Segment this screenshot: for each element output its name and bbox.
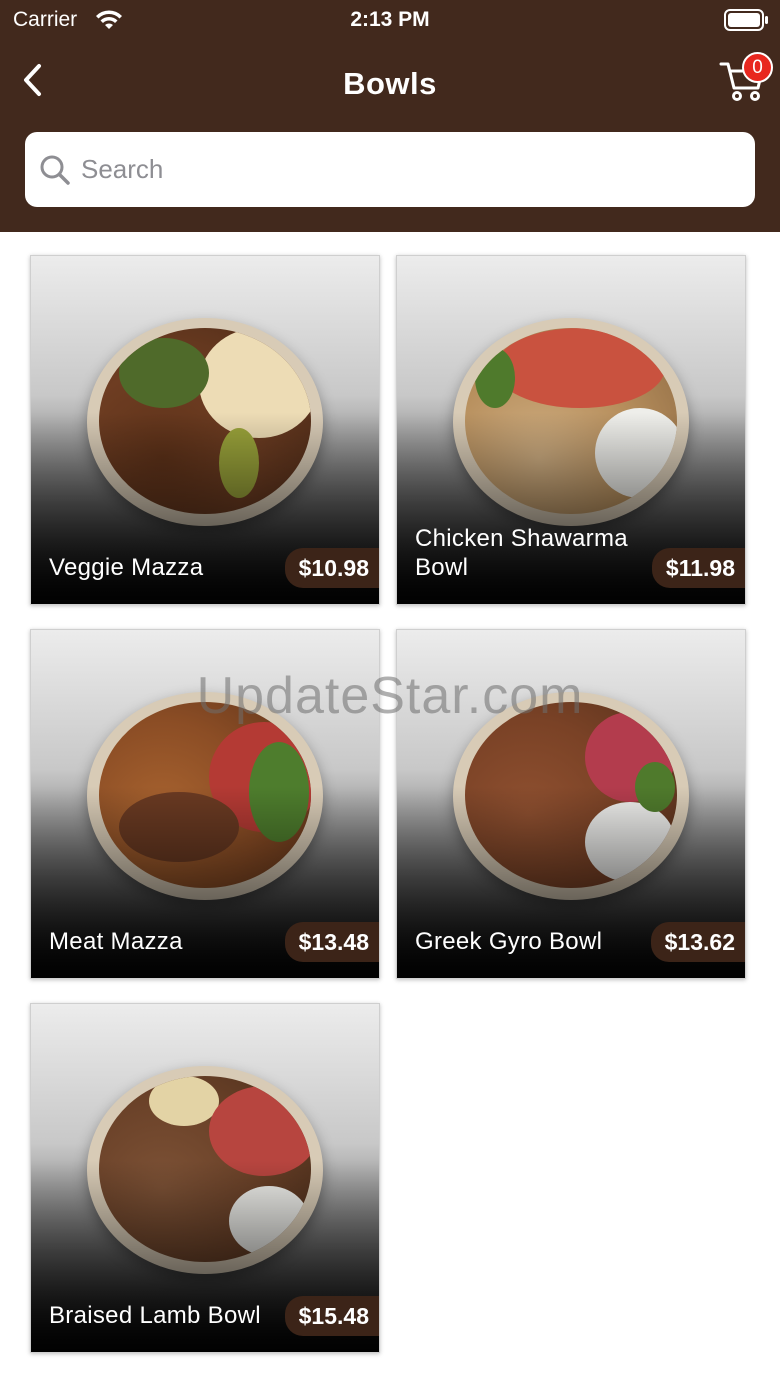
product-name: Greek Gyro Bowl <box>415 928 603 955</box>
search-bar[interactable] <box>25 132 755 207</box>
clock: 2:13 PM <box>350 8 430 31</box>
product-name: Braised Lamb Bowl <box>49 1302 261 1329</box>
price-tag: $15.48 <box>284 1296 379 1336</box>
product-card-chicken-shawarma-bowl[interactable]: Chicken Shawarma Bowl $11.98 <box>396 255 746 605</box>
price-tag: $13.48 <box>284 922 379 962</box>
price-tag: $13.62 <box>650 922 745 962</box>
product-name: Meat Mazza <box>49 928 183 955</box>
price-tag: $11.98 <box>651 548 745 588</box>
search-icon <box>40 155 70 185</box>
page-title: Bowls <box>343 66 437 101</box>
product-card-veggie-mazza[interactable]: Veggie Mazza $10.98 <box>30 255 380 605</box>
battery-icon <box>724 9 768 31</box>
product-name: Veggie Mazza <box>49 554 204 581</box>
cart-count-badge: 0 <box>742 52 773 83</box>
product-name: Chicken Shawarma Bowl <box>415 525 628 581</box>
price-tag: $10.98 <box>284 548 379 588</box>
header: Carrier 2:13 PM Bowls 0 <box>0 0 780 232</box>
search-input[interactable] <box>81 154 721 185</box>
product-card-braised-lamb-bowl[interactable]: Braised Lamb Bowl $15.48 <box>30 1003 380 1353</box>
product-card-greek-gyro-bowl[interactable]: Greek Gyro Bowl $13.62 <box>396 629 746 979</box>
product-card-meat-mazza[interactable]: Meat Mazza $13.48 <box>30 629 380 979</box>
status-bar: Carrier 2:13 PM <box>0 0 780 40</box>
